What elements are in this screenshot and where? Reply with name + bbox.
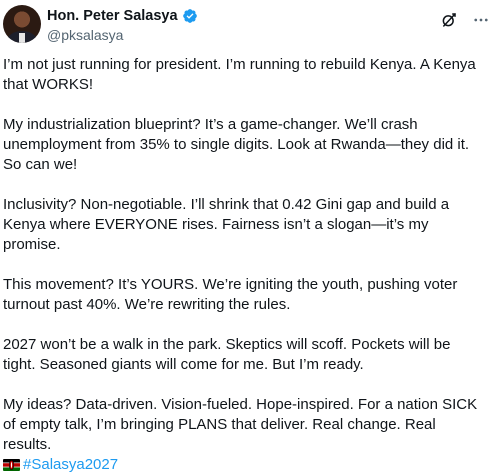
tweet-paragraph: 2027 won’t be a walk in the park. Skepti… — [3, 336, 451, 373]
verified-badge-icon — [182, 9, 197, 23]
tweet-paragraph: This movement? It’s YOURS. We’re ignitin… — [3, 276, 458, 313]
author-name-row: Hon. Peter Salasya — [47, 7, 198, 25]
tweet-paragraph: I’m not just running for president. I’m … — [3, 56, 476, 93]
tweet-paragraph: My industrialization blueprint? It’s a g… — [3, 116, 470, 173]
author-block: Hon. Peter Salasya @pksalasya — [47, 7, 198, 44]
author-display-name[interactable]: Hon. Peter Salasya — [47, 7, 178, 25]
header-actions — [440, 11, 490, 29]
hashtag-link[interactable]: #Salasya2027 — [23, 455, 118, 475]
tweet-paragraph: My ideas? Data-driven. Vision-fueled. Ho… — [3, 396, 478, 453]
kenya-flag-icon — [3, 459, 20, 471]
tweet-paragraph: Inclusivity? Non-negotiable. I’ll shrink… — [3, 196, 450, 253]
avatar-shirt — [19, 33, 25, 43]
hashtag-row: #Salasya2027 — [3, 455, 487, 475]
grok-icon[interactable] — [440, 11, 458, 29]
tweet-header: Hon. Peter Salasya @pksalasya — [3, 5, 490, 49]
more-options-icon[interactable] — [472, 11, 490, 29]
author-handle[interactable]: @pksalasya — [47, 26, 198, 44]
tweet-text: I’m not just running for president. I’m … — [3, 55, 487, 475]
tweet-card: Hon. Peter Salasya @pksalasya I’m not ju… — [0, 0, 500, 473]
avatar[interactable] — [3, 5, 41, 43]
